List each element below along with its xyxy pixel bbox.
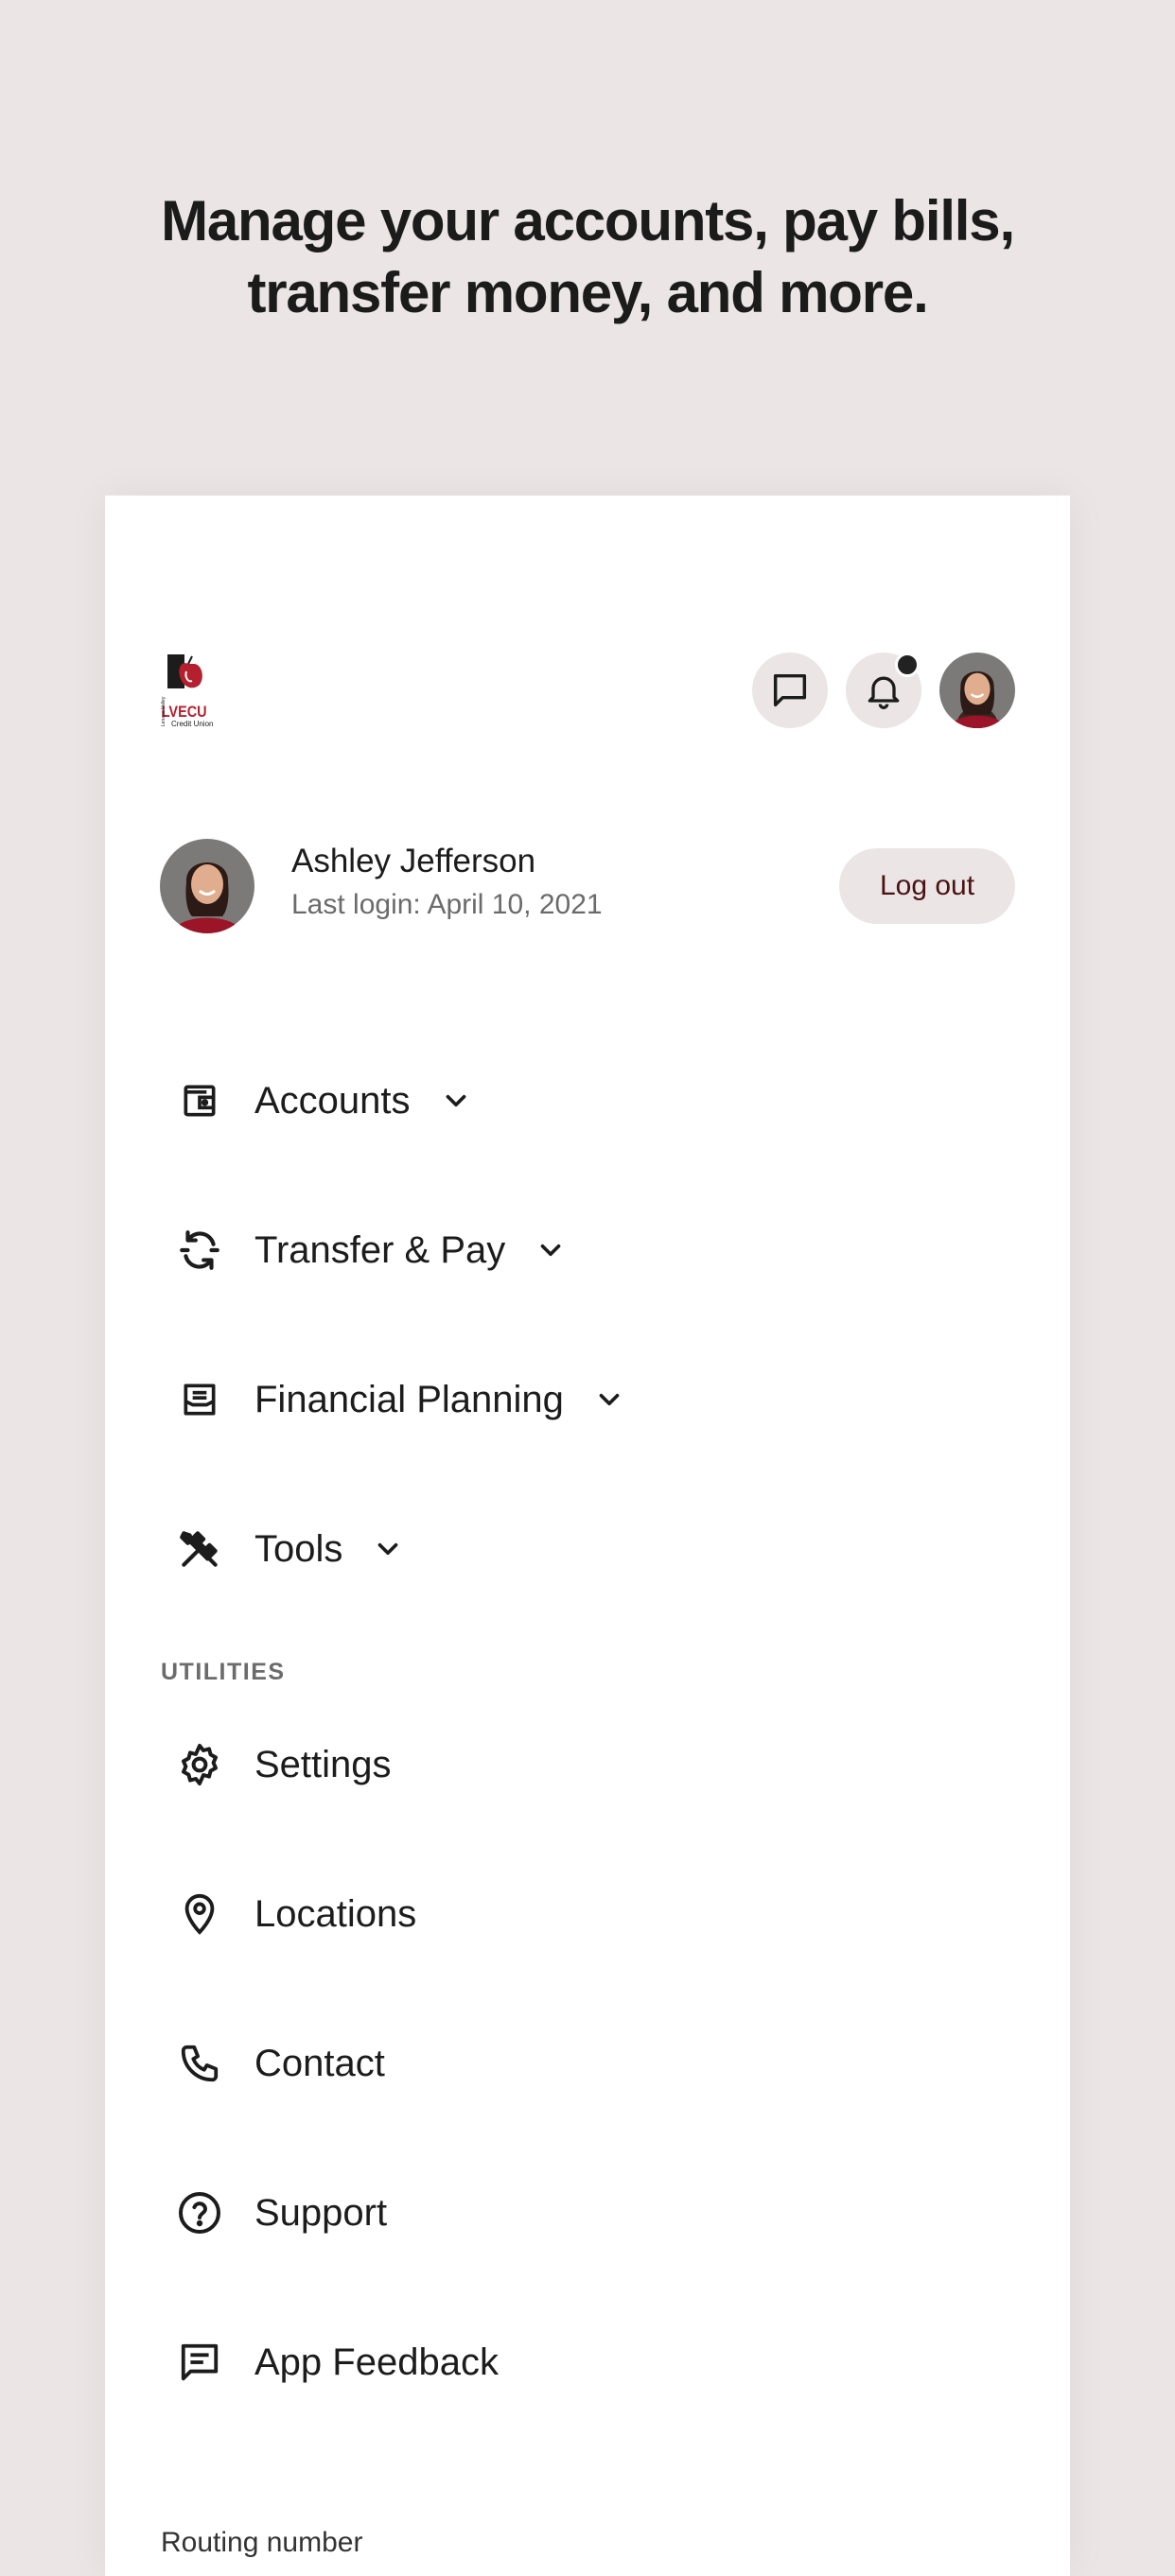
menu-item-label: Transfer & Pay xyxy=(254,1228,506,1271)
utilities-section-label: UTILITIES xyxy=(161,1659,286,1685)
avatar[interactable] xyxy=(939,653,1015,728)
messages-button[interactable] xyxy=(752,653,828,728)
routing-number-label: Routing number xyxy=(161,2527,363,2558)
logo-text: LVECU xyxy=(162,704,207,721)
phone-icon xyxy=(171,2035,228,2092)
menu-item-label: Financial Planning xyxy=(254,1378,564,1420)
chevron-down-icon xyxy=(532,1231,570,1269)
chat-bubble-icon xyxy=(773,673,807,707)
sync-icon xyxy=(171,1222,228,1279)
feedback-icon xyxy=(171,2334,228,2391)
chevron-down-icon xyxy=(369,1530,407,1568)
tools-icon xyxy=(171,1521,228,1577)
map-pin-icon xyxy=(171,1886,228,1942)
utility-item-settings[interactable]: Settings xyxy=(171,1727,392,1802)
menu-item-tools[interactable]: Tools xyxy=(171,1511,407,1587)
page-headline: Manage your accounts, pay bills, transfe… xyxy=(0,185,1175,329)
utility-item-app-feedback[interactable]: App Feedback xyxy=(171,2324,499,2400)
utility-item-label: Locations xyxy=(254,1892,417,1935)
bell-icon xyxy=(868,676,900,709)
headline-line-1: Manage your accounts, pay bills, xyxy=(161,189,1015,252)
utility-item-label: Settings xyxy=(254,1743,392,1785)
help-circle-icon xyxy=(171,2184,228,2241)
menu-item-label: Accounts xyxy=(254,1079,411,1122)
chevron-down-icon xyxy=(437,1082,475,1120)
utility-item-label: Support xyxy=(254,2191,388,2234)
profile-avatar xyxy=(160,839,254,933)
utility-item-label: Contact xyxy=(254,2042,385,2084)
menu-item-accounts[interactable]: Accounts xyxy=(171,1063,475,1139)
utility-item-support[interactable]: Support xyxy=(171,2175,387,2251)
logout-button[interactable]: Log out xyxy=(839,848,1015,924)
lvecu-logo[interactable]: LVECU Credit Union Lenape Valley xyxy=(160,651,215,728)
app-menu-card: LVECU Credit Union Lenape Valley Ashley … xyxy=(105,496,1070,2576)
logo-subtext: Credit Union xyxy=(171,720,213,728)
logo-vertical-text: Lenape Valley xyxy=(161,696,167,726)
notifications-button[interactable] xyxy=(846,653,921,728)
profile-name: Ashley Jefferson xyxy=(291,843,536,879)
menu-item-label: Tools xyxy=(254,1527,343,1570)
gear-icon xyxy=(171,1736,228,1793)
planner-icon xyxy=(171,1371,228,1428)
last-login-text: Last login: April 10, 2021 xyxy=(291,889,603,920)
utility-item-locations[interactable]: Locations xyxy=(171,1876,416,1952)
menu-item-financial-planning[interactable]: Financial Planning xyxy=(171,1362,628,1437)
utility-item-label: App Feedback xyxy=(254,2341,499,2383)
headline-line-2: transfer money, and more. xyxy=(247,261,928,324)
menu-item-transfer-pay[interactable]: Transfer & Pay xyxy=(171,1212,570,1288)
notification-badge xyxy=(895,653,920,677)
utility-item-contact[interactable]: Contact xyxy=(171,2026,385,2101)
wallet-icon xyxy=(171,1072,228,1129)
chevron-down-icon xyxy=(590,1381,628,1419)
